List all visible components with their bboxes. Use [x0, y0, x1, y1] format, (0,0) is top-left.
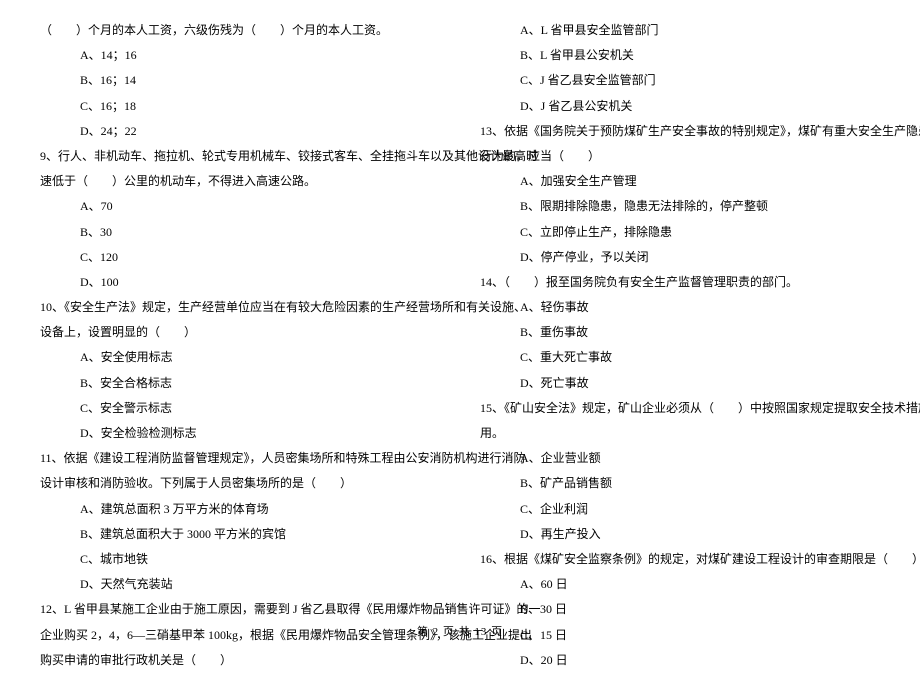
question-line: 购买申请的审批行政机关是（ ）	[40, 648, 440, 673]
option-line: C、重大死亡事故	[480, 345, 880, 370]
question-line: 9、行人、非机动车、拖拉机、轮式专用机械车、铰接式客车、全挂拖斗车以及其他设计最…	[40, 144, 440, 169]
question-line: 速低于（ ）公里的机动车，不得进入高速公路。	[40, 169, 440, 194]
question-line: （ ）个月的本人工资，六级伤残为（ ）个月的本人工资。	[40, 18, 440, 43]
right-column: A、L 省甲县安全监管部门B、L 省甲县公安机关C、J 省乙县安全监管部门D、J…	[460, 18, 880, 673]
question-line: 用。	[480, 421, 880, 446]
page-container: （ ）个月的本人工资，六级伤残为（ ）个月的本人工资。A、14；16B、16；1…	[0, 0, 920, 673]
option-line: B、L 省甲县公安机关	[480, 43, 880, 68]
option-line: C、安全警示标志	[40, 396, 440, 421]
question-line: 14、（ ）报至国务院负有安全生产监督管理职责的部门。	[480, 270, 880, 295]
option-line: D、死亡事故	[480, 371, 880, 396]
option-line: A、安全使用标志	[40, 345, 440, 370]
option-line: C、城市地铁	[40, 547, 440, 572]
option-line: D、天然气充装站	[40, 572, 440, 597]
option-line: B、建筑总面积大于 3000 平方米的宾馆	[40, 522, 440, 547]
option-line: C、120	[40, 245, 440, 270]
option-line: C、J 省乙县安全监管部门	[480, 68, 880, 93]
question-line: 13、依据《国务院关于预防煤矿生产安全事故的特别规定》，煤矿有重大安全生产隐患和…	[480, 119, 880, 144]
option-line: D、安全检验检测标志	[40, 421, 440, 446]
option-line: A、L 省甲县安全监管部门	[480, 18, 880, 43]
question-line: 15、《矿山安全法》规定，矿山企业必须从（ ）中按照国家规定提取安全技术措施专项…	[480, 396, 880, 421]
option-line: C、企业利润	[480, 497, 880, 522]
option-line: C、16；18	[40, 94, 440, 119]
option-line: C、立即停止生产，排除隐患	[480, 220, 880, 245]
option-line: B、30	[40, 220, 440, 245]
option-line: A、建筑总面积 3 万平方米的体育场	[40, 497, 440, 522]
question-line: 设计审核和消防验收。下列属于人员密集场所的是（ ）	[40, 471, 440, 496]
option-line: D、停产停业，予以关闭	[480, 245, 880, 270]
page-footer: 第 2 页 共 13 页	[0, 621, 920, 644]
option-line: B、安全合格标志	[40, 371, 440, 396]
question-line: 11、依据《建设工程消防监督管理规定》，人员密集场所和特殊工程由公安消防机构进行…	[40, 446, 440, 471]
question-line: 16、根据《煤矿安全监察条例》的规定，对煤矿建设工程设计的审查期限是（ ）天？	[480, 547, 880, 572]
option-line: B、限期排除隐患，隐患无法排除的，停产整顿	[480, 194, 880, 219]
question-line: 设备上，设置明显的（ ）	[40, 320, 440, 345]
option-line: A、14；16	[40, 43, 440, 68]
option-line: A、企业营业额	[480, 446, 880, 471]
option-line: D、再生产投入	[480, 522, 880, 547]
option-line: D、100	[40, 270, 440, 295]
option-line: A、70	[40, 194, 440, 219]
option-line: B、16；14	[40, 68, 440, 93]
question-line: 行为的，应当（ ）	[480, 144, 880, 169]
option-line: D、J 省乙县公安机关	[480, 94, 880, 119]
option-line: B、重伤事故	[480, 320, 880, 345]
option-line: D、24；22	[40, 119, 440, 144]
question-line: 10、《安全生产法》规定，生产经营单位应当在有较大危险因素的生产经营场所和有关设…	[40, 295, 440, 320]
option-line: D、20 日	[480, 648, 880, 673]
question-line: 12、L 省甲县某施工企业由于施工原因，需要到 J 省乙县取得《民用爆炸物品销售…	[40, 597, 440, 622]
option-line: A、轻伤事故	[480, 295, 880, 320]
option-line: B、矿产品销售额	[480, 471, 880, 496]
left-column: （ ）个月的本人工资，六级伤残为（ ）个月的本人工资。A、14；16B、16；1…	[40, 18, 460, 673]
option-line: A、60 日	[480, 572, 880, 597]
option-line: A、加强安全生产管理	[480, 169, 880, 194]
option-line: B、30 日	[480, 597, 880, 622]
